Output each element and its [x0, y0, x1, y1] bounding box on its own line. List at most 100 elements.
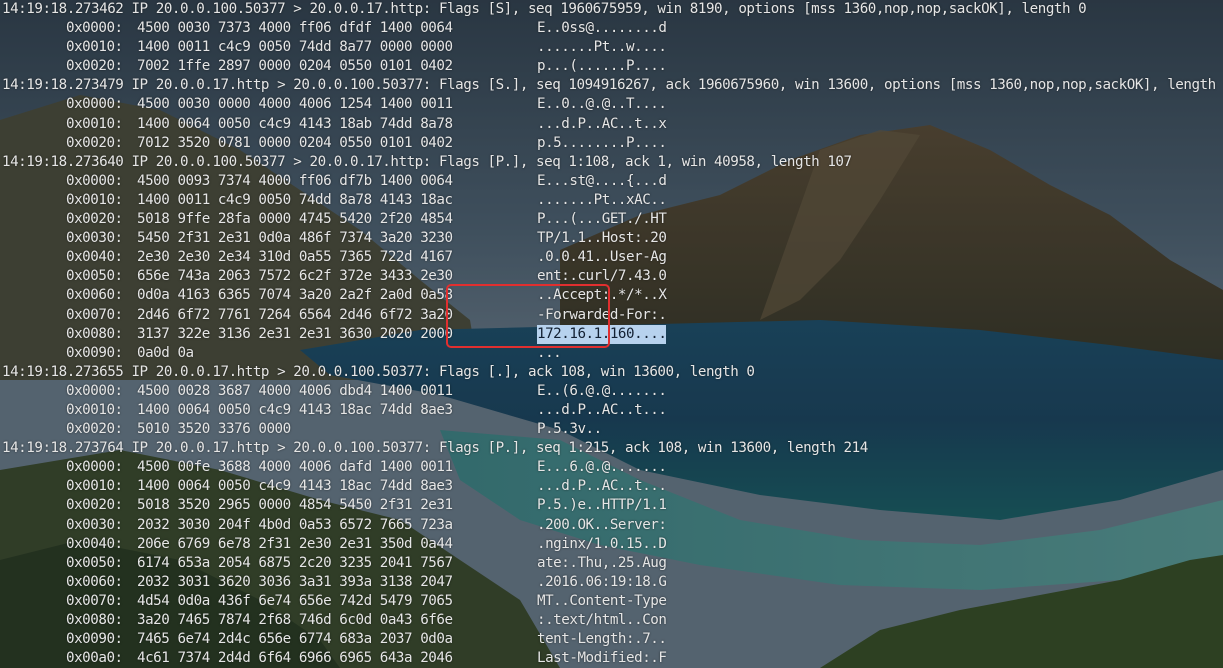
hex-offset: 0x0060: [66, 287, 123, 304]
hex-ascii: P.5.3v.. [537, 421, 602, 438]
hexdump-row: 0x0070: 2d46 6f72 7761 7264 6564 2d46 6f7… [0, 306, 1223, 325]
terminal-output[interactable]: 14:19:18.273462 IP 20.0.0.100.50377 > 20… [0, 0, 1223, 668]
hex-offset: 0x0020: [66, 58, 123, 75]
hex-ascii: MT..Content-Type [537, 592, 667, 609]
hex-offset: 0x00a0: [66, 650, 123, 667]
hex-offset: 0x0000: [66, 20, 123, 37]
packet-header-line: 14:19:18.273764 IP 20.0.0.17.http > 20.0… [2, 440, 868, 457]
hex-offset: 0x0010: [66, 115, 123, 132]
hexdump-row: 0x0040: 2e30 2e30 2e34 310d 0a55 7365 722… [0, 248, 1223, 267]
hex-ascii: Last-Modified:.F [537, 650, 667, 667]
hex-ascii: .2016.06:19:18.G [537, 573, 667, 590]
hex-offset: 0x0020: [66, 497, 123, 514]
hex-offset: 0x0080: [66, 612, 123, 628]
hex-ascii: .......Pt..xAC.. [537, 191, 667, 208]
hex-ascii: ...d.P..AC..t... [537, 401, 667, 418]
hex-bytes: 4500 00fe 3688 4000 4006 dafd 1400 0011 [137, 459, 453, 476]
hex-bytes: 1400 0011 c4c9 0050 74dd 8a78 4143 18ac [137, 191, 453, 208]
hex-bytes: 4500 0093 7374 4000 ff06 df7b 1400 0064 [137, 172, 453, 189]
hexdump-row: 0x0010: 1400 0011 c4c9 0050 74dd 8a77 000… [0, 38, 1223, 57]
hex-offset: 0x0030: [66, 230, 123, 247]
hexdump-row: 0x0060: 2032 3031 3620 3036 3a31 393a 313… [0, 573, 1223, 592]
hex-ascii: .nginx/1.0.15..D [537, 535, 667, 552]
hex-offset: 0x0090: [66, 631, 123, 648]
hex-ascii: P...(...GET./.HT [537, 211, 667, 228]
hex-bytes: 1400 0011 c4c9 0050 74dd 8a77 0000 0000 [137, 39, 453, 56]
hexdump-row: 0x0050: 6174 653a 2054 6875 2c20 3235 204… [0, 554, 1223, 573]
hex-bytes: 1400 0064 0050 c4c9 4143 18ac 74dd 8ae3 [137, 401, 453, 418]
hex-ascii: E..(6.@.@....... [537, 382, 667, 399]
hex-bytes: 7002 1ffe 2897 0000 0204 0550 0101 0402 [137, 58, 453, 75]
hex-offset: 0x0070: [66, 306, 123, 323]
hex-ascii: TP/1.1..Host:.20 [537, 230, 667, 247]
hex-bytes: 1400 0064 0050 c4c9 4143 18ab 74dd 8a78 [137, 115, 453, 132]
hex-offset: 0x0010: [66, 39, 123, 56]
hex-offset: 0x0070: [66, 592, 123, 609]
hexdump-row: 0x0010: 1400 0011 c4c9 0050 74dd 8a78 414… [0, 191, 1223, 210]
hex-offset: 0x0080: [66, 325, 123, 342]
hex-offset: 0x0050: [66, 268, 123, 285]
hex-offset: 0x0030: [66, 516, 123, 533]
hexdump-row: 0x0090: 0a0d 0a... [0, 344, 1223, 363]
packet-header-line: 14:19:18.273462 IP 20.0.0.100.50377 > 20… [2, 1, 1087, 17]
hex-offset: 0x0000: [66, 382, 123, 399]
hex-bytes: 5018 9ffe 28fa 0000 4745 5420 2f20 4854 [137, 211, 453, 228]
hex-ascii: E..0ss@........d [537, 20, 667, 37]
hex-ascii: ...d.P..AC..t... [537, 478, 667, 495]
hex-bytes: 4500 0030 7373 4000 ff06 dfdf 1400 0064 [137, 20, 453, 37]
hex-bytes: 2032 3031 3620 3036 3a31 393a 3138 2047 [137, 573, 453, 590]
hexdump-row: 0x0080: 3137 322e 3136 2e31 2e31 3630 202… [0, 324, 1223, 344]
hex-offset: 0x0050: [66, 554, 123, 571]
packet-header-line: 14:19:18.273655 IP 20.0.0.17.http > 20.0… [2, 363, 755, 380]
hex-offset: 0x0040: [66, 249, 123, 266]
hex-bytes: 206e 6769 6e78 2f31 2e30 2e31 350d 0a44 [137, 535, 453, 552]
hexdump-row: 0x0020: 7002 1ffe 2897 0000 0204 0550 010… [0, 57, 1223, 76]
hex-offset: 0x0000: [66, 459, 123, 476]
hex-offset: 0x0000: [66, 96, 123, 113]
hex-ascii: E...st@....{...d [537, 172, 667, 189]
hexdump-row: 0x0050: 656e 743a 2063 7572 6c2f 372e 343… [0, 267, 1223, 286]
hex-ascii: ate:.Thu,.25.Aug [537, 554, 667, 571]
hex-ascii: .......Pt..w.... [537, 39, 667, 56]
hexdump-row: 0x0030: 2032 3030 204f 4b0d 0a53 6572 766… [0, 516, 1223, 535]
hex-ascii: p...(......P.... [537, 58, 667, 75]
hexdump-row: 0x0030: 5450 2f31 2e31 0d0a 486f 7374 3a2… [0, 229, 1223, 248]
hex-bytes: 4500 0028 3687 4000 4006 dbd4 1400 0011 [137, 382, 453, 399]
hex-bytes: 4d54 0d0a 436f 6e74 656e 742d 5479 7065 [137, 592, 453, 609]
hexdump-row: 0x0020: 5018 3520 2965 0000 4854 5450 2f3… [0, 496, 1223, 515]
hex-bytes: 6174 653a 2054 6875 2c20 3235 2041 7567 [137, 554, 453, 571]
hex-ascii: tent-Length:.7.. [537, 631, 667, 648]
hex-offset: 0x0010: [66, 401, 123, 418]
hex-bytes: 5450 2f31 2e31 0d0a 486f 7374 3a20 3230 [137, 230, 453, 247]
hex-bytes: 4c61 7374 2d4d 6f64 6966 6965 643a 2046 [137, 650, 453, 667]
hexdump-row: 0x0000: 4500 0030 0000 4000 4006 1254 140… [0, 95, 1223, 114]
hexdump-row: 0x0000: 4500 0028 3687 4000 4006 dbd4 140… [0, 382, 1223, 401]
hexdump-row: 0x0070: 4d54 0d0a 436f 6e74 656e 742d 547… [0, 592, 1223, 611]
hexdump-row: 0x0000: 4500 00fe 3688 4000 4006 dafd 140… [0, 458, 1223, 477]
hex-ascii: E..0..@.@..T.... [537, 96, 667, 113]
hex-bytes: 7012 3520 0781 0000 0204 0550 0101 0402 [137, 134, 453, 151]
hexdump-row: 0x0010: 1400 0064 0050 c4c9 4143 18ac 74d… [0, 477, 1223, 496]
hexdump-row: 0x0010: 1400 0064 0050 c4c9 4143 18ab 74d… [0, 115, 1223, 134]
annotation-highlight-box [446, 284, 610, 348]
hex-bytes: 5010 3520 3376 0000 [137, 421, 291, 438]
packet-header-line: 14:19:18.273640 IP 20.0.0.100.50377 > 20… [2, 153, 852, 170]
hex-ascii: P.5.)e..HTTP/1.1 [537, 497, 667, 514]
hex-offset: 0x0040: [66, 535, 123, 552]
packet-header-line: 14:19:18.273479 IP 20.0.0.17.http > 20.0… [2, 77, 1223, 94]
hexdump-row: 0x0000: 4500 0030 7373 4000 ff06 dfdf 140… [0, 19, 1223, 38]
hex-ascii: :.text/html..Con [537, 612, 667, 628]
hexdump-row: 0x0000: 4500 0093 7374 4000 ff06 df7b 140… [0, 172, 1223, 191]
hex-offset: 0x0000: [66, 172, 123, 189]
hex-offset: 0x0060: [66, 573, 123, 590]
hex-ascii: E...6.@.@....... [537, 459, 667, 476]
hex-offset: 0x0010: [66, 191, 123, 208]
hex-bytes: 4500 0030 0000 4000 4006 1254 1400 0011 [137, 96, 453, 113]
hex-bytes: 2032 3030 204f 4b0d 0a53 6572 7665 723a [137, 516, 453, 533]
hex-offset: 0x0090: [66, 344, 123, 361]
hexdump-row: 0x0020: 5010 3520 3376 0000 P.5.3v.. [0, 420, 1223, 439]
hexdump-row: 0x0080: 3a20 7465 7874 2f68 746d 6c0d 0a4… [0, 611, 1223, 630]
hex-ascii: .0.0.41..User-Ag [537, 249, 667, 266]
hex-ascii: p.5........P.... [537, 134, 667, 151]
hexdump-row: 0x0060: 0d0a 4163 6365 7074 3a20 2a2f 2a0… [0, 286, 1223, 305]
